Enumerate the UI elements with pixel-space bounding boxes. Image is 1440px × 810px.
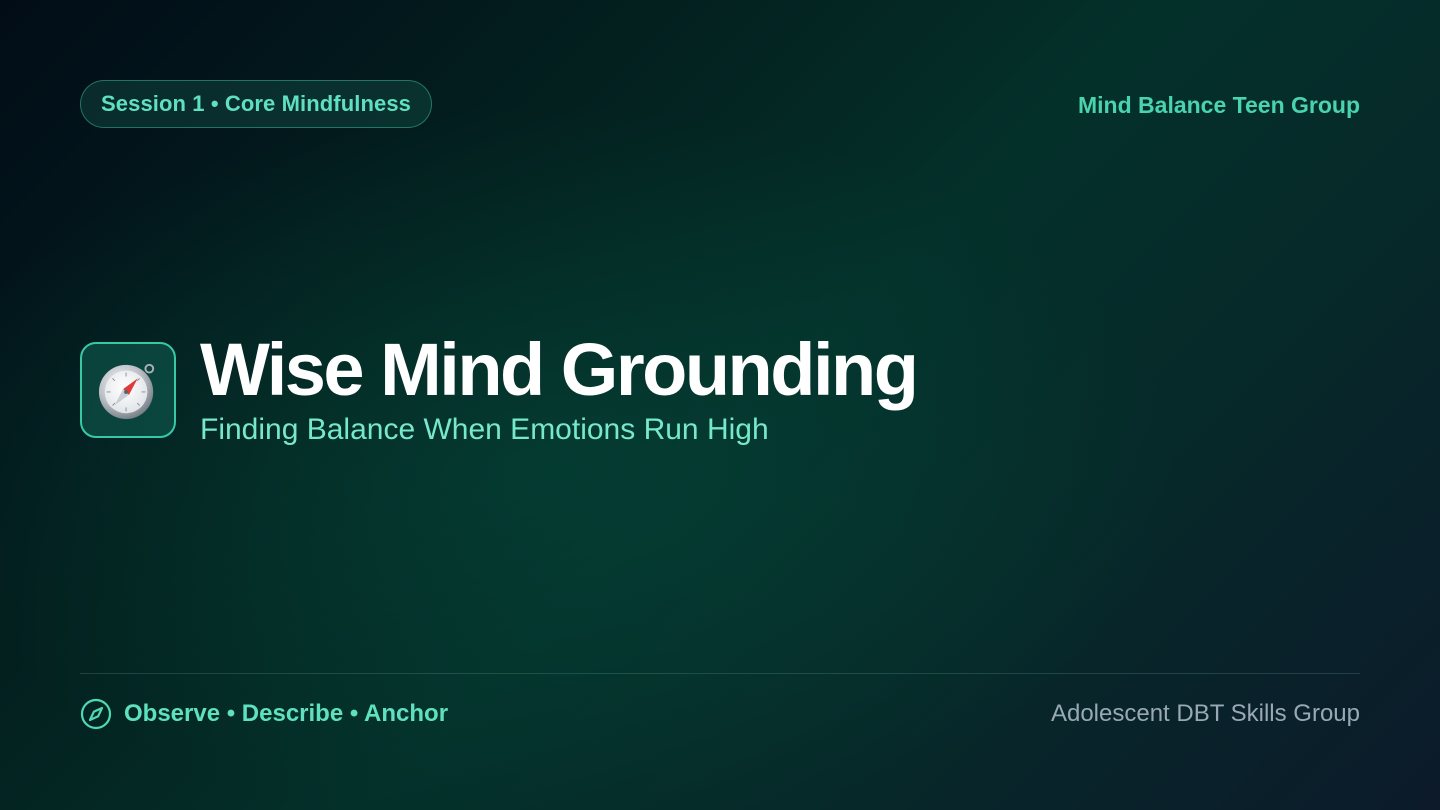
page-subtitle: Finding Balance When Emotions Run High — [200, 413, 769, 446]
slide: Session 1 • Core Mindfulness Mind Balanc… — [0, 0, 1440, 810]
footer-skill-tags: Observe • Describe • Anchor — [124, 700, 449, 727]
session-badge: Session 1 • Core Mindfulness — [80, 80, 433, 128]
footer-group-name: Adolescent DBT Skills Group — [1050, 700, 1360, 727]
footer-divider — [80, 673, 1360, 674]
brand-name: Mind Balance Teen Group — [1078, 92, 1360, 118]
session-badge-label: Session 1 • Core Mindfulness — [101, 91, 412, 116]
page-title: Wise Mind Grounding — [200, 328, 919, 411]
compass-outline-icon — [80, 698, 112, 730]
footer-skills: Observe • Describe • Anchor — [80, 696, 448, 732]
compass-icon — [98, 363, 155, 420]
title-icon-tile — [80, 342, 176, 438]
